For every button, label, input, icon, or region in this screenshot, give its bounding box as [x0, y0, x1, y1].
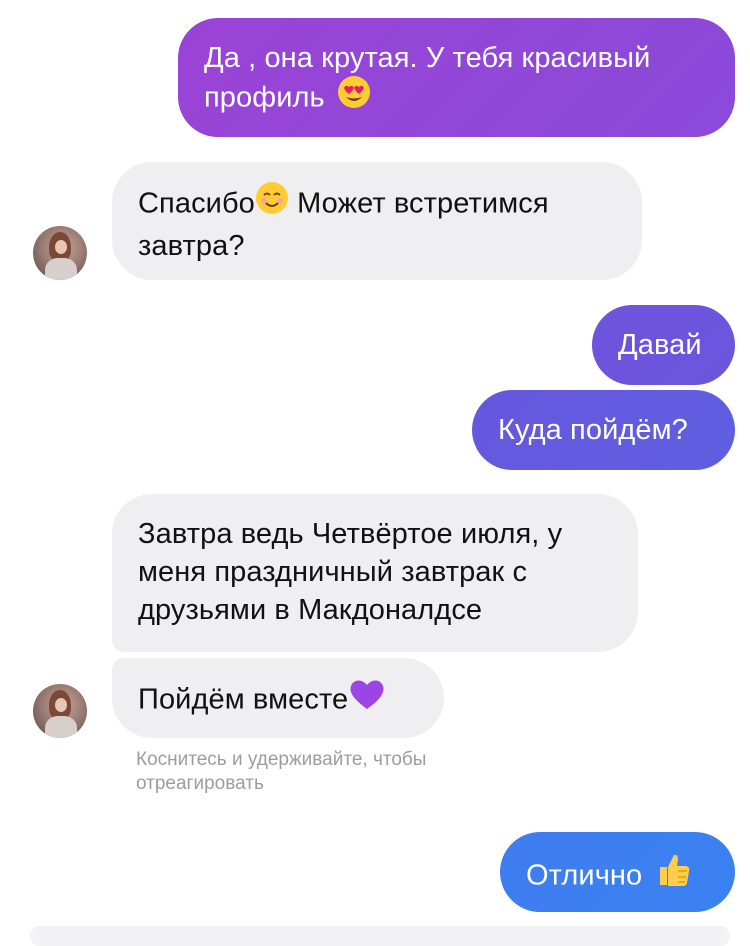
compose-bar[interactable] [30, 926, 730, 946]
message-text: Завтра ведь Четвёртое июля, у меня празд… [138, 518, 563, 626]
contact-avatar[interactable] [33, 684, 87, 738]
thumbs-up-emoji-icon [654, 851, 692, 899]
message-text: Давай [618, 329, 702, 361]
message-bubble-incoming[interactable]: Завтра ведь Четвёртое июля, у меня празд… [112, 494, 638, 652]
contact-avatar[interactable] [33, 226, 87, 280]
purple-heart-emoji-icon [348, 677, 386, 721]
message-bubble-incoming[interactable]: Пойдём вместе [112, 658, 444, 738]
heart-eyes-emoji-icon [337, 75, 371, 119]
message-text: Спасибо [138, 187, 255, 220]
message-bubble-outgoing[interactable]: Давай [592, 305, 735, 385]
message-bubble-outgoing[interactable]: Куда пойдём? [472, 390, 735, 470]
message-bubble-outgoing[interactable]: Отлично [500, 832, 735, 912]
reaction-hint: Коснитесь и удерживайте, чтобы отреагиро… [136, 749, 427, 794]
message-bubble-outgoing[interactable]: Да , она крутая. У тебя красивый профиль [178, 18, 735, 137]
message-text: Куда пойдём? [498, 414, 688, 446]
message-text: Пойдём вместе [138, 683, 349, 716]
message-bubble-incoming[interactable]: Спасибо Может встретимся завтра? [112, 162, 642, 280]
message-text: Отлично [526, 859, 643, 892]
smiling-face-emoji-icon [255, 181, 289, 225]
message-text: Да , она крутая. У тебя красивый профиль [204, 42, 651, 114]
